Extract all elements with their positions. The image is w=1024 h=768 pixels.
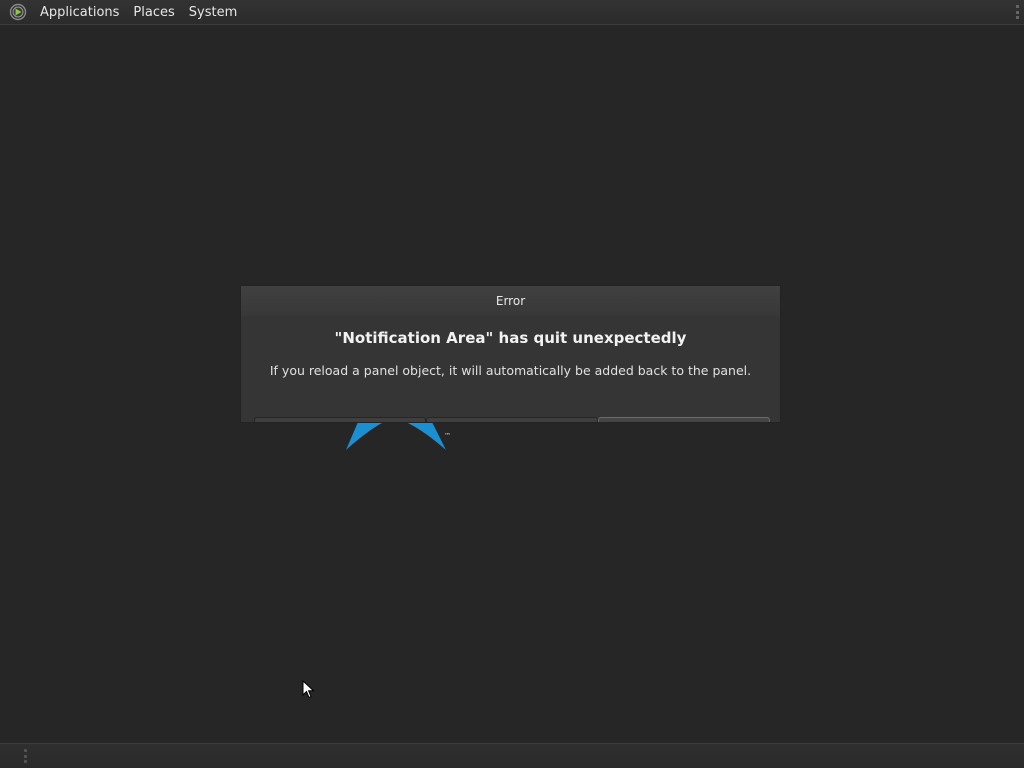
- menu-applications[interactable]: Applications: [33, 0, 126, 25]
- mouse-pointer-icon: [302, 679, 316, 700]
- error-dialog: Error "Notification Area" has quit unexp…: [240, 285, 781, 423]
- dialog-button-2[interactable]: [426, 417, 598, 422]
- panel-drag-handle[interactable]: [1016, 5, 1019, 19]
- dialog-button-default[interactable]: [598, 417, 770, 422]
- desktop-logo: ™: [344, 420, 454, 454]
- dialog-button-1[interactable]: [254, 417, 426, 422]
- dialog-title: Error: [495, 294, 526, 308]
- distro-logo-icon[interactable]: [9, 3, 27, 21]
- dialog-message: If you reload a panel object, it will au…: [269, 363, 752, 378]
- menu-places[interactable]: Places: [126, 0, 181, 25]
- top-panel: Applications Places System: [0, 0, 1024, 25]
- dialog-titlebar[interactable]: Error: [241, 286, 780, 316]
- bottom-panel: [0, 743, 1024, 768]
- trademark-symbol: ™: [444, 432, 451, 440]
- bottom-panel-handle[interactable]: [24, 749, 27, 763]
- menu-system[interactable]: System: [182, 0, 244, 25]
- dialog-heading: "Notification Area" has quit unexpectedl…: [334, 329, 687, 347]
